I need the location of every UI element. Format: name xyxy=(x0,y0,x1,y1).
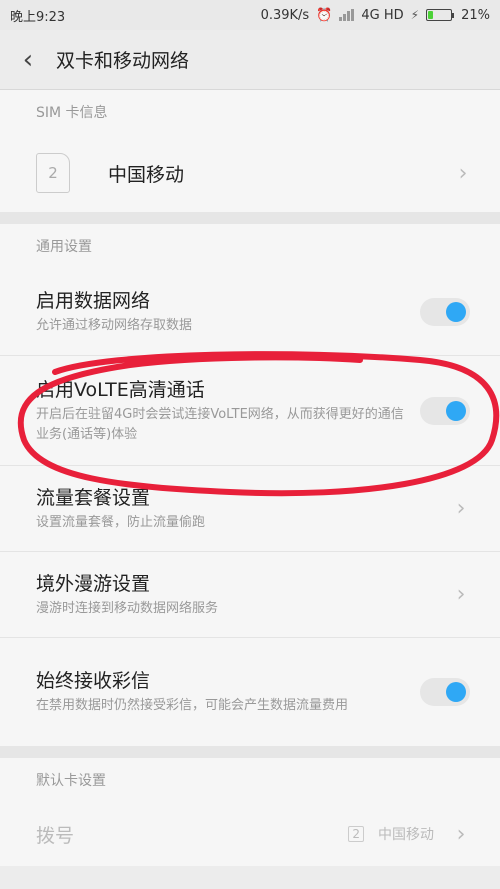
setting-row-data-plan[interactable]: 流量套餐设置 设置流量套餐，防止流量偷跑 › xyxy=(0,466,500,552)
signal-icon xyxy=(339,9,355,21)
sim-card-row[interactable]: 2 中国移动 › xyxy=(0,134,500,212)
volte-toggle[interactable] xyxy=(420,396,470,425)
chevron-right-icon: › xyxy=(458,160,468,186)
alarm-icon: ⏰ xyxy=(316,7,333,23)
chevron-right-icon: › xyxy=(456,496,466,521)
section-divider xyxy=(0,212,500,224)
setting-title: 流量套餐设置 xyxy=(36,486,151,509)
network-type: 4G HD xyxy=(361,7,404,23)
setting-row-data-network[interactable]: 启用数据网络 允许通过移动网络存取数据 xyxy=(0,268,500,356)
setting-title: 始终接收彩信 xyxy=(36,670,151,692)
sim-carrier-name: 中国移动 xyxy=(108,163,185,186)
setting-title: 启用数据网络 xyxy=(36,289,151,312)
sim-card-icon: 2 xyxy=(36,153,70,193)
setting-row-volte[interactable]: 启用VoLTE高清通话 开启后在驻留4G时会尝试连接VoLTE网络，从而获得更好… xyxy=(0,356,500,466)
setting-subtitle: 设置流量套餐，防止流量偷跑 xyxy=(36,514,206,530)
sim-badge: 2 xyxy=(348,826,364,842)
setting-row-mms[interactable]: 始终接收彩信 在禁用数据时仍然接受彩信，可能会产生数据流量费用 xyxy=(0,638,500,746)
charging-icon: ⚡ xyxy=(410,8,420,22)
section-divider xyxy=(0,746,500,758)
battery-percent: 21% xyxy=(461,7,490,23)
dial-carrier: 中国移动 xyxy=(378,827,434,843)
status-time: 晚上9:23 xyxy=(10,9,66,25)
setting-title: 境外漫游设置 xyxy=(36,572,151,595)
general-section: 通用设置 启用数据网络 允许通过移动网络存取数据 启用VoLTE高清通话 开启后… xyxy=(0,224,500,746)
dial-label: 拨号 xyxy=(36,824,75,847)
setting-title: 启用VoLTE高清通话 xyxy=(36,378,205,401)
section-label-default: 默认卡设置 xyxy=(0,758,500,802)
page-title: 双卡和移动网络 xyxy=(56,50,190,72)
data-network-toggle[interactable] xyxy=(420,297,470,326)
setting-subtitle: 允许通过移动网络存取数据 xyxy=(36,317,193,333)
title-bar: ‹ 双卡和移动网络 xyxy=(0,30,500,90)
section-label-sim: SIM 卡信息 xyxy=(0,90,500,134)
dial-row[interactable]: 拨号 2 中国移动 › xyxy=(0,802,500,866)
setting-subtitle: 在禁用数据时仍然接受彩信，可能会产生数据流量费用 xyxy=(36,698,349,713)
setting-row-roaming[interactable]: 境外漫游设置 漫游时连接到移动数据网络服务 › xyxy=(0,552,500,638)
back-chevron-icon[interactable]: ‹ xyxy=(0,30,56,90)
setting-subtitle: 开启后在驻留4G时会尝试连接VoLTE网络，从而获得更好的通信业务(通话等)体验 xyxy=(36,406,404,442)
network-speed: 0.39K/s xyxy=(260,7,310,23)
chevron-right-icon: › xyxy=(456,582,466,607)
default-section: 默认卡设置 拨号 2 中国移动 › xyxy=(0,758,500,866)
mms-toggle[interactable] xyxy=(420,678,470,706)
section-label-general: 通用设置 xyxy=(0,224,500,268)
chevron-right-icon: › xyxy=(456,821,466,847)
setting-subtitle: 漫游时连接到移动数据网络服务 xyxy=(36,600,219,616)
sim-section: SIM 卡信息 2 中国移动 › xyxy=(0,90,500,212)
battery-icon xyxy=(426,9,455,21)
status-bar: 晚上9:23 0.39K/s ⏰ 4G HD ⚡ 21% xyxy=(0,0,500,30)
